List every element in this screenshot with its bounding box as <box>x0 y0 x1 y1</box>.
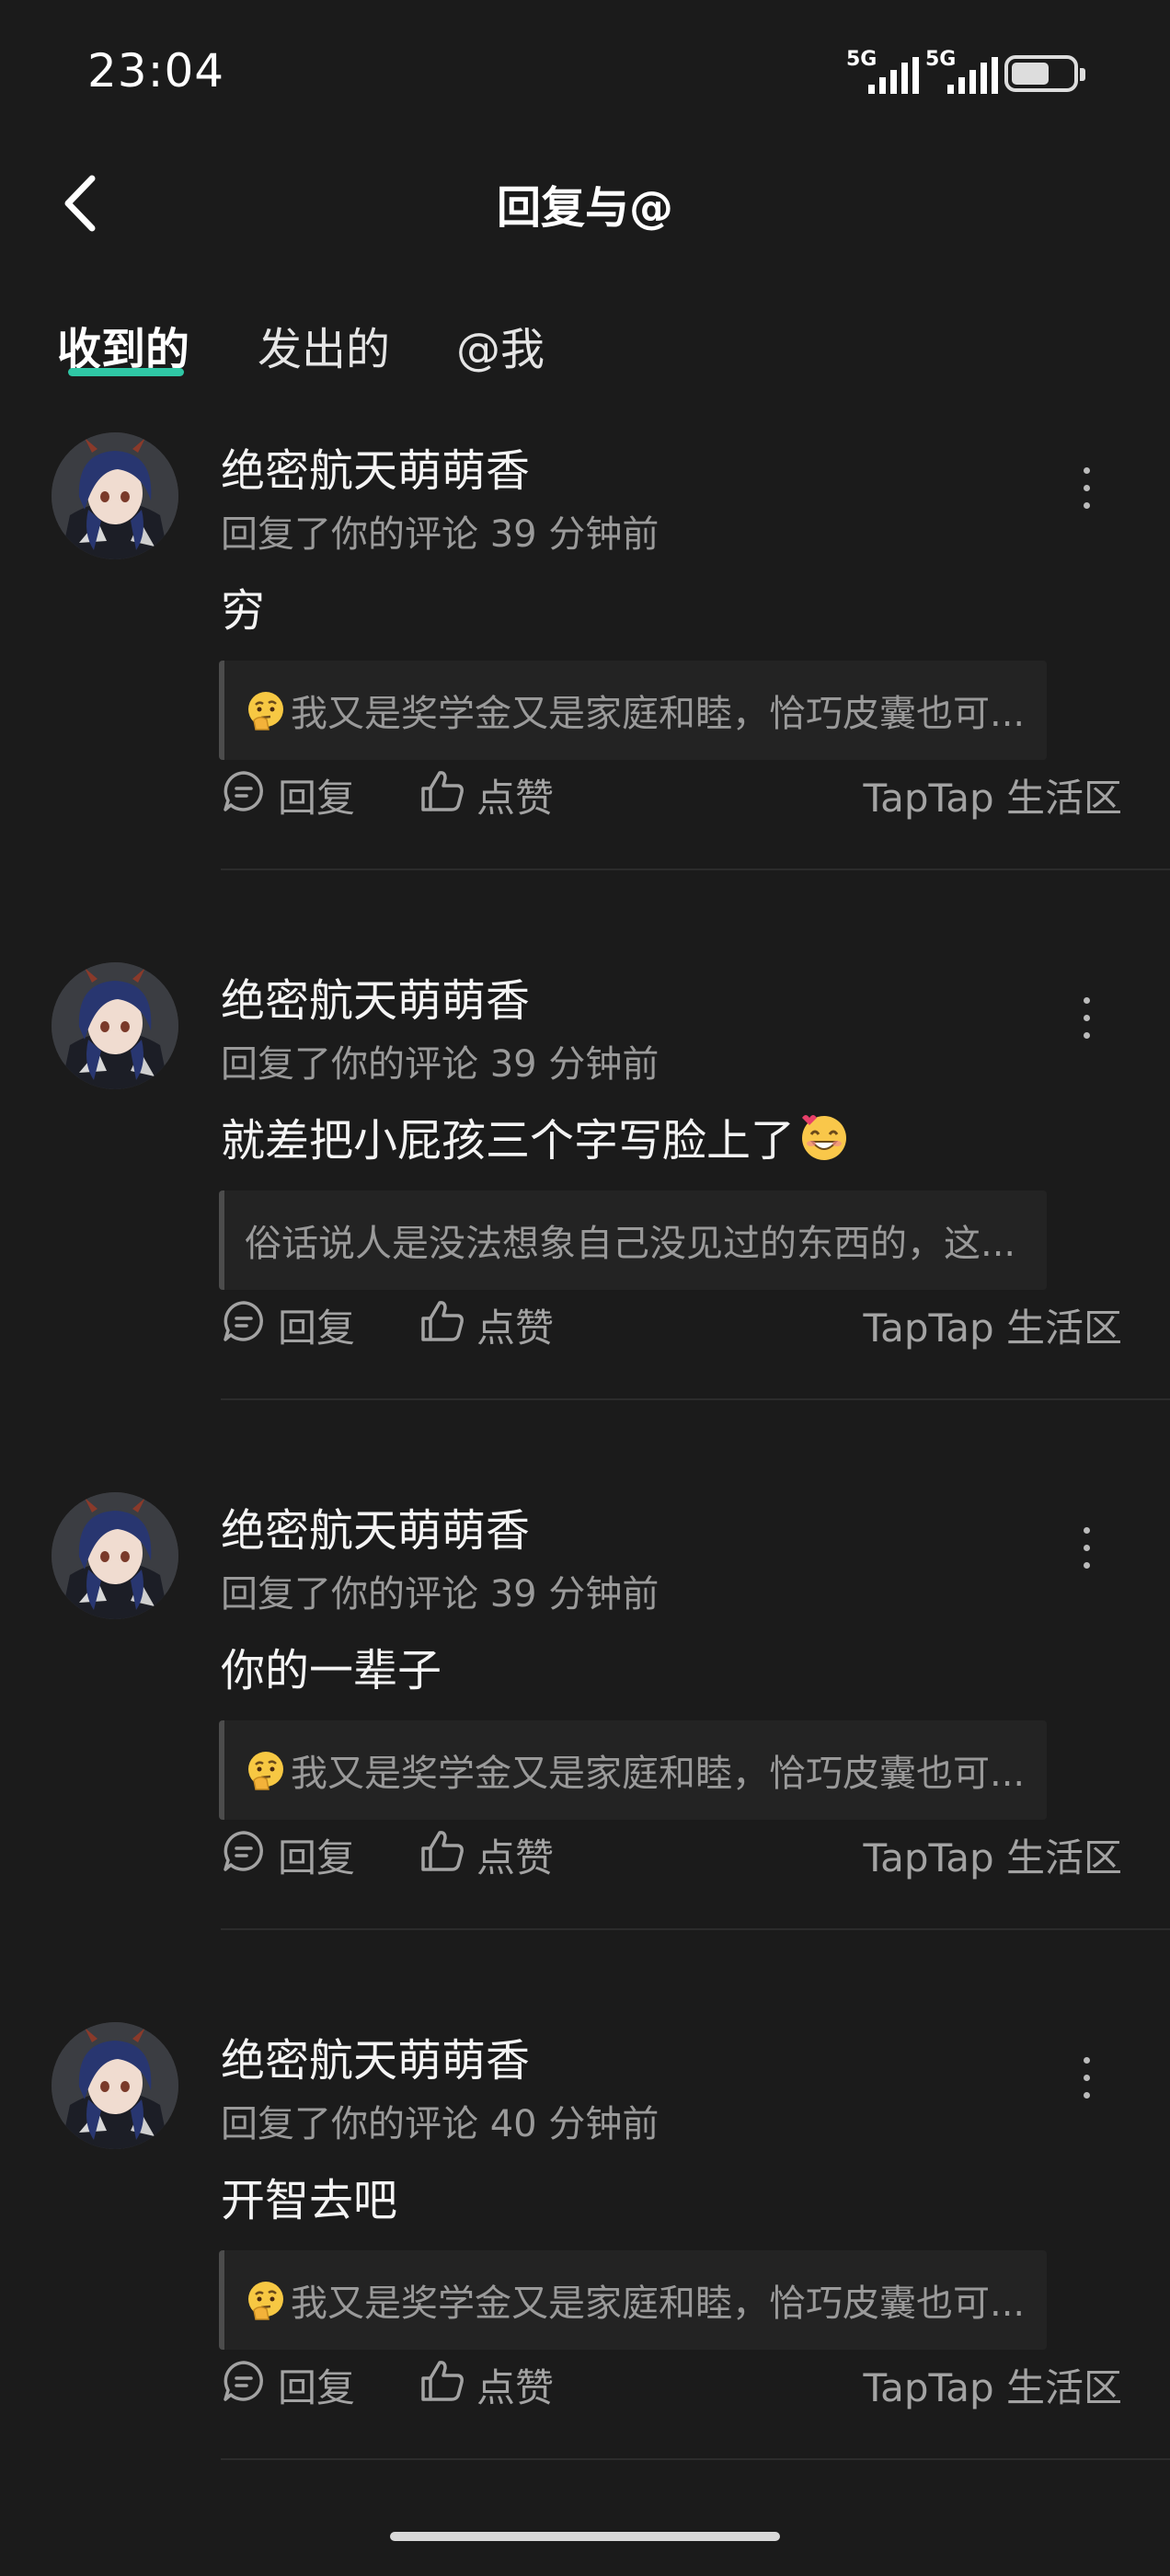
battery-level <box>1012 63 1049 85</box>
reply-label: 回复 <box>278 1835 356 1880</box>
quoted-text: 我又是奖学金又是家庭和睦，恰巧皮囊也可... <box>291 693 1026 735</box>
source-label[interactable]: TapTap 生活区 <box>863 2357 1122 2413</box>
comment-text: 穷 <box>221 585 266 637</box>
comment-bubble-icon <box>221 1828 278 1883</box>
reply-meta: 回复了你的评论 39 分钟前 <box>221 1573 660 1616</box>
avatar[interactable] <box>52 432 178 559</box>
comment-bubble-icon <box>221 1298 278 1353</box>
comment-content[interactable]: 就差把小屁孩三个字写脸上了 <box>221 1104 850 1168</box>
quoted-comment[interactable]: 俗话说人是没法想象自己没见过的东西的，这... <box>219 1190 1047 1290</box>
active-tab-indicator <box>68 368 184 376</box>
quoted-comment[interactable]: 我又是奖学金又是家庭和睦，恰巧皮囊也可... <box>219 2250 1047 2350</box>
quoted-comment[interactable]: 我又是奖学金又是家庭和睦，恰巧皮囊也可... <box>219 661 1047 760</box>
reply-meta: 回复了你的评论 40 分钟前 <box>221 2103 660 2145</box>
thinking-face-icon <box>245 689 287 731</box>
reply-label: 回复 <box>278 776 356 821</box>
username[interactable]: 绝密航天萌萌香 <box>221 2024 530 2088</box>
like-label: 点赞 <box>476 776 555 821</box>
like-button[interactable]: 点赞 <box>419 1827 554 1883</box>
thumbs-up-icon <box>419 2358 476 2413</box>
tab-sent[interactable]: 发出的 <box>258 313 390 377</box>
comment-bubble-icon <box>221 2358 278 2413</box>
source-label[interactable]: TapTap 生活区 <box>863 1297 1122 1353</box>
divider <box>221 1398 1170 1400</box>
thumbs-up-icon <box>419 768 476 823</box>
like-label: 点赞 <box>476 2365 555 2410</box>
comment-item[interactable]: 绝密航天萌萌香 回复了你的评论 39 分钟前 就差把小屁孩三个字写脸上了 俗话说… <box>0 942 1170 1472</box>
comment-bubble-icon <box>221 768 278 823</box>
comment-item[interactable]: 绝密航天萌萌香 回复了你的评论 39 分钟前 穷 我又是奖学金又是家庭和睦，恰巧… <box>0 412 1170 942</box>
like-button[interactable]: 点赞 <box>419 2357 554 2413</box>
quoted-text: 我又是奖学金又是家庭和睦，恰巧皮囊也可... <box>291 2283 1026 2325</box>
comment-text: 你的一辈子 <box>221 1645 442 1696</box>
tab-mentions[interactable]: @我 <box>456 313 545 377</box>
more-options-button[interactable] <box>1076 986 1098 1051</box>
thinking-face-icon <box>245 1749 287 1791</box>
source-label[interactable]: TapTap 生活区 <box>863 1827 1122 1883</box>
comment-content[interactable]: 穷 <box>221 574 265 638</box>
signal-bars-icon <box>947 57 998 94</box>
thumbs-up-icon <box>419 1298 476 1353</box>
divider <box>221 868 1170 870</box>
signal-icon-2: 5G <box>925 48 1001 96</box>
thinking-face-icon <box>245 2279 287 2321</box>
avatar[interactable] <box>52 1492 178 1619</box>
quoted-text: 俗话说人是没法想象自己没见过的东西的，这... <box>245 1223 1016 1265</box>
like-button[interactable]: 点赞 <box>419 767 554 823</box>
comment-item[interactable]: 绝密航天萌萌香 回复了你的评论 39 分钟前 你的一辈子 我又是奖学金又是家庭和… <box>0 1472 1170 2002</box>
username[interactable]: 绝密航天萌萌香 <box>221 434 530 499</box>
comment-item[interactable]: 绝密航天萌萌香 回复了你的评论 40 分钟前 开智去吧 我又是奖学金又是家庭和睦… <box>0 2002 1170 2532</box>
reply-button[interactable]: 回复 <box>221 2357 355 2413</box>
username[interactable]: 绝密航天萌萌香 <box>221 1494 530 1558</box>
reply-label: 回复 <box>278 2365 356 2410</box>
reply-button[interactable]: 回复 <box>221 767 355 823</box>
smiling-face-icon <box>798 1110 850 1162</box>
avatar[interactable] <box>52 2022 178 2149</box>
divider <box>221 1928 1170 1930</box>
comment-actions: 回复 点赞 TapTap 生活区 <box>221 1297 1122 1352</box>
like-label: 点赞 <box>476 1305 555 1351</box>
comment-content[interactable]: 开智去吧 <box>221 2164 397 2228</box>
more-options-button[interactable] <box>1076 2046 1098 2110</box>
more-options-button[interactable] <box>1076 1516 1098 1581</box>
comment-actions: 回复 点赞 TapTap 生活区 <box>221 767 1122 822</box>
thumbs-up-icon <box>419 1828 476 1883</box>
battery-icon <box>1004 55 1085 92</box>
quoted-comment[interactable]: 我又是奖学金又是家庭和睦，恰巧皮囊也可... <box>219 1720 1047 1820</box>
comment-text: 开智去吧 <box>221 2175 398 2226</box>
comment-actions: 回复 点赞 TapTap 生活区 <box>221 1827 1122 1882</box>
status-bar: 23:04 5G 5G <box>0 0 1170 138</box>
divider <box>221 2458 1170 2460</box>
reply-label: 回复 <box>278 1305 356 1351</box>
reply-meta: 回复了你的评论 39 分钟前 <box>221 513 660 556</box>
home-indicator[interactable] <box>390 2532 780 2541</box>
like-button[interactable]: 点赞 <box>419 1297 554 1353</box>
signal-bars-icon <box>868 57 919 94</box>
reply-button[interactable]: 回复 <box>221 1827 355 1883</box>
status-time: 23:04 <box>87 44 225 98</box>
comment-text: 就差把小屁孩三个字写脸上了 <box>221 1115 796 1167</box>
page-title: 回复与@ <box>496 182 673 234</box>
reply-meta: 回复了你的评论 39 分钟前 <box>221 1043 660 1086</box>
comment-actions: 回复 点赞 TapTap 生活区 <box>221 2357 1122 2412</box>
more-options-button[interactable] <box>1076 456 1098 521</box>
signal-icon-1: 5G <box>846 48 922 96</box>
username[interactable]: 绝密航天萌萌香 <box>221 964 530 1029</box>
quoted-text: 我又是奖学金又是家庭和睦，恰巧皮囊也可... <box>291 1753 1026 1795</box>
reply-button[interactable]: 回复 <box>221 1297 355 1353</box>
comment-content[interactable]: 你的一辈子 <box>221 1634 442 1698</box>
source-label[interactable]: TapTap 生活区 <box>863 767 1122 823</box>
avatar[interactable] <box>52 962 178 1089</box>
like-label: 点赞 <box>476 1835 555 1880</box>
